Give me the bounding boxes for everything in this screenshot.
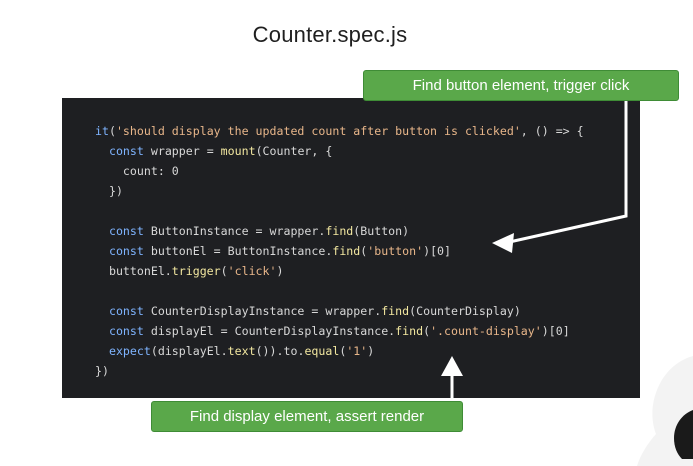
code-line: const ButtonInstance = wrapper.find(Butt…: [108, 224, 410, 238]
code-line: count: 0: [95, 164, 179, 178]
callout-find-button: Find button element, trigger click: [363, 70, 679, 101]
code-line: const wrapper = mount(Counter, {: [108, 144, 333, 158]
code-line: const CounterDisplayInstance = wrapper.f…: [108, 304, 521, 318]
code-line: }): [95, 364, 109, 378]
slide-title: Counter.spec.js: [252, 22, 408, 47]
code-line: expect(displayEl.text()).to.equal('1'): [108, 344, 375, 358]
code-line: const buttonEl = ButtonInstance.find('bu…: [108, 244, 452, 258]
code-line: }): [95, 184, 123, 198]
code-line: buttonEl.trigger('click'): [95, 264, 284, 278]
code-block: it('should display the updated count aft…: [95, 121, 584, 381]
code-line: it('should display the updated count aft…: [95, 124, 584, 138]
callout-find-display: Find display element, assert render: [151, 401, 463, 432]
code-line: const displayEl = CounterDisplayInstance…: [108, 324, 570, 338]
